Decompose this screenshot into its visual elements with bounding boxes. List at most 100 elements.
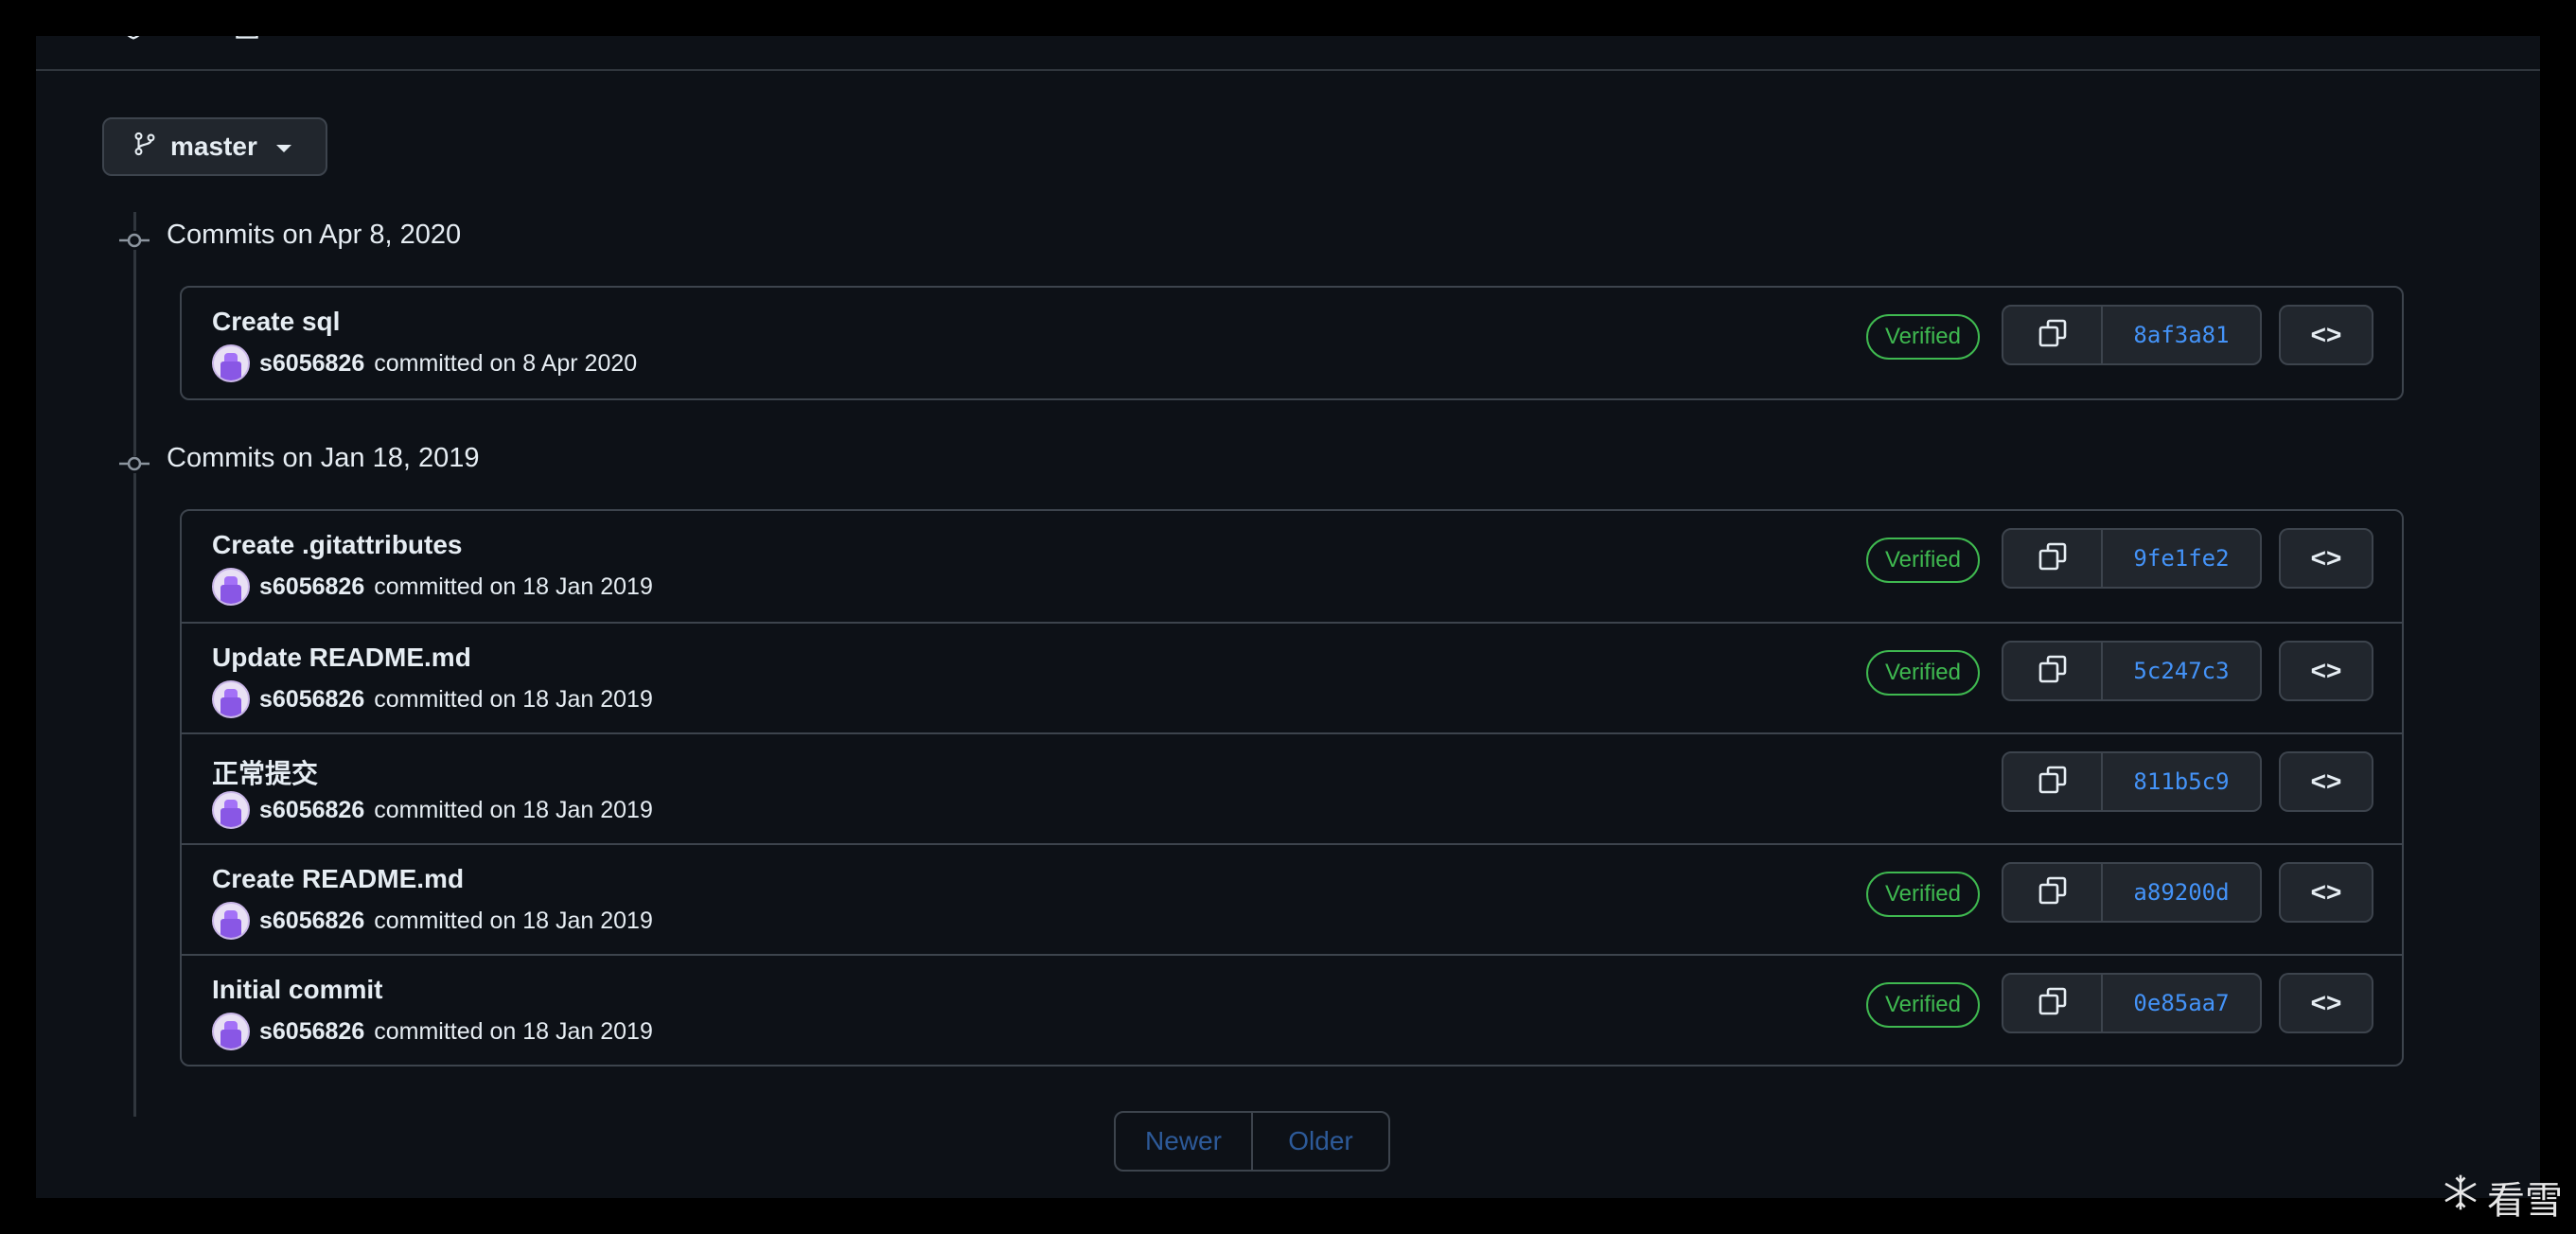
commit-meta: s6056826 committed on 18 Jan 2019 bbox=[212, 902, 653, 940]
sha-button-group: 5c247c3 bbox=[2002, 641, 2262, 701]
commit-title-link[interactable]: Create sql bbox=[212, 307, 340, 337]
copy-sha-button[interactable] bbox=[2003, 307, 2103, 363]
chevron-down-icon bbox=[275, 144, 291, 152]
commits-page: master Commits on Apr 8, 2020 Create sql… bbox=[36, 36, 2540, 1198]
commit-title-link[interactable]: Initial commit bbox=[212, 975, 382, 1005]
branch-name: master bbox=[170, 132, 257, 161]
copy-sha-button[interactable] bbox=[2003, 753, 2103, 810]
copy-icon bbox=[2038, 541, 2068, 576]
commit-sha-link[interactable]: 811b5c9 bbox=[2103, 753, 2260, 810]
sha-button-group: 8af3a81 bbox=[2002, 305, 2262, 365]
browse-repo-button[interactable]: <> bbox=[2279, 528, 2373, 589]
copy-icon bbox=[2038, 654, 2068, 689]
commit-sha-link[interactable]: 8af3a81 bbox=[2103, 307, 2260, 363]
commit-row: Create sql s6056826 committed on 8 Apr 2… bbox=[182, 288, 2402, 398]
sha-button-group: 0e85aa7 bbox=[2002, 973, 2262, 1033]
commit-row: Create README.md s6056826 committed on 1… bbox=[182, 843, 2402, 954]
code-icon: <> bbox=[2310, 988, 2342, 1017]
timeline-line bbox=[133, 473, 136, 1117]
sha-button-group: 9fe1fe2 bbox=[2002, 528, 2262, 589]
git-commit-icon bbox=[119, 450, 150, 470]
commit-author-link[interactable]: s6056826 bbox=[259, 908, 364, 935]
commit-sha-link[interactable]: 5c247c3 bbox=[2103, 643, 2260, 699]
commit-group-date: Commits on Jan 18, 2019 bbox=[167, 443, 480, 473]
sha-button-group: 811b5c9 bbox=[2002, 751, 2262, 812]
browse-repo-button[interactable]: <> bbox=[2279, 305, 2373, 365]
commit-title-link[interactable]: Create .gitattributes bbox=[212, 530, 463, 560]
commit-row: 正常提交 s6056826 committed on 18 Jan 2019 8… bbox=[182, 732, 2402, 843]
commit-list: Create sql s6056826 committed on 8 Apr 2… bbox=[180, 286, 2404, 400]
git-commit-icon bbox=[119, 226, 150, 247]
avatar[interactable] bbox=[212, 1013, 250, 1050]
browse-repo-button[interactable]: <> bbox=[2279, 862, 2373, 923]
shield-icon bbox=[121, 36, 146, 46]
avatar[interactable] bbox=[212, 680, 250, 718]
verified-badge[interactable]: Verified bbox=[1865, 872, 1980, 917]
copy-icon bbox=[2038, 765, 2068, 800]
commit-meta: s6056826 committed on 8 Apr 2020 bbox=[212, 344, 637, 382]
verified-badge[interactable]: Verified bbox=[1865, 314, 1980, 360]
commit-row: Create .gitattributes s6056826 committed… bbox=[182, 511, 2402, 622]
commit-list: Create .gitattributes s6056826 committed… bbox=[180, 509, 2404, 1067]
tab-security[interactable] bbox=[121, 36, 146, 46]
commit-title-link[interactable]: Create README.md bbox=[212, 864, 464, 894]
code-icon: <> bbox=[2310, 320, 2342, 349]
browse-repo-button[interactable]: <> bbox=[2279, 751, 2373, 812]
commit-author-link[interactable]: s6056826 bbox=[259, 350, 364, 378]
commit-author-link[interactable]: s6056826 bbox=[259, 797, 364, 824]
newer-button[interactable]: Newer bbox=[1116, 1113, 1253, 1170]
watermark-text: 看雪 bbox=[2487, 1180, 2563, 1222]
snowflake-icon bbox=[2440, 1172, 2481, 1223]
commit-title-link[interactable]: Update README.md bbox=[212, 643, 471, 673]
commit-sha-link[interactable]: 0e85aa7 bbox=[2103, 975, 2260, 1031]
commit-meta: s6056826 committed on 18 Jan 2019 bbox=[212, 1013, 653, 1050]
commit-row: Initial commit s6056826 committed on 18 … bbox=[182, 954, 2402, 1065]
copy-icon bbox=[2038, 318, 2068, 353]
commit-sha-link[interactable]: 9fe1fe2 bbox=[2103, 530, 2260, 587]
commit-author-link[interactable]: s6056826 bbox=[259, 573, 364, 601]
code-icon: <> bbox=[2310, 543, 2342, 573]
copy-sha-button[interactable] bbox=[2003, 530, 2103, 587]
verified-badge[interactable]: Verified bbox=[1865, 982, 1980, 1028]
commit-date-text: committed on 18 Jan 2019 bbox=[374, 573, 653, 600]
timeline-line bbox=[133, 250, 136, 456]
commit-date-text: committed on 18 Jan 2019 bbox=[374, 685, 653, 713]
copy-sha-button[interactable] bbox=[2003, 643, 2103, 699]
commit-sha-link[interactable]: a89200d bbox=[2103, 864, 2260, 921]
avatar[interactable] bbox=[212, 902, 250, 940]
avatar[interactable] bbox=[212, 344, 250, 382]
avatar[interactable] bbox=[212, 791, 250, 829]
repo-nav bbox=[36, 36, 2540, 71]
avatar[interactable] bbox=[212, 568, 250, 606]
branch-selector-button[interactable]: master bbox=[102, 117, 327, 176]
tab-insights[interactable] bbox=[235, 36, 259, 46]
commit-group-heading: Commits on Apr 8, 2020 bbox=[119, 220, 461, 251]
copy-sha-button[interactable] bbox=[2003, 864, 2103, 921]
verified-badge[interactable]: Verified bbox=[1865, 650, 1980, 696]
commit-date-text: committed on 18 Jan 2019 bbox=[374, 796, 653, 823]
browse-repo-button[interactable]: <> bbox=[2279, 973, 2373, 1033]
browse-repo-button[interactable]: <> bbox=[2279, 641, 2373, 701]
commit-group-date: Commits on Apr 8, 2020 bbox=[167, 220, 462, 250]
older-button[interactable]: Older bbox=[1253, 1113, 1388, 1170]
git-branch-icon bbox=[132, 131, 157, 164]
copy-icon bbox=[2038, 875, 2068, 910]
copy-icon bbox=[2038, 986, 2068, 1021]
commit-date-text: committed on 18 Jan 2019 bbox=[374, 907, 653, 934]
watermark: 看雪 bbox=[2440, 1170, 2563, 1225]
commit-row: Update README.md s6056826 committed on 1… bbox=[182, 622, 2402, 732]
commit-meta: s6056826 committed on 18 Jan 2019 bbox=[212, 568, 653, 606]
commit-date-text: committed on 8 Apr 2020 bbox=[374, 349, 638, 377]
sha-button-group: a89200d bbox=[2002, 862, 2262, 923]
commit-author-link[interactable]: s6056826 bbox=[259, 1018, 364, 1046]
code-icon: <> bbox=[2310, 767, 2342, 796]
verified-badge[interactable]: Verified bbox=[1865, 538, 1980, 583]
code-icon: <> bbox=[2310, 877, 2342, 907]
commit-group-heading: Commits on Jan 18, 2019 bbox=[119, 443, 479, 474]
commit-title-link[interactable]: 正常提交 bbox=[212, 753, 318, 791]
copy-sha-button[interactable] bbox=[2003, 975, 2103, 1031]
pagination: Newer Older bbox=[1114, 1111, 1390, 1172]
commit-meta: s6056826 committed on 18 Jan 2019 bbox=[212, 680, 653, 718]
code-icon: <> bbox=[2310, 656, 2342, 685]
commit-author-link[interactable]: s6056826 bbox=[259, 686, 364, 714]
